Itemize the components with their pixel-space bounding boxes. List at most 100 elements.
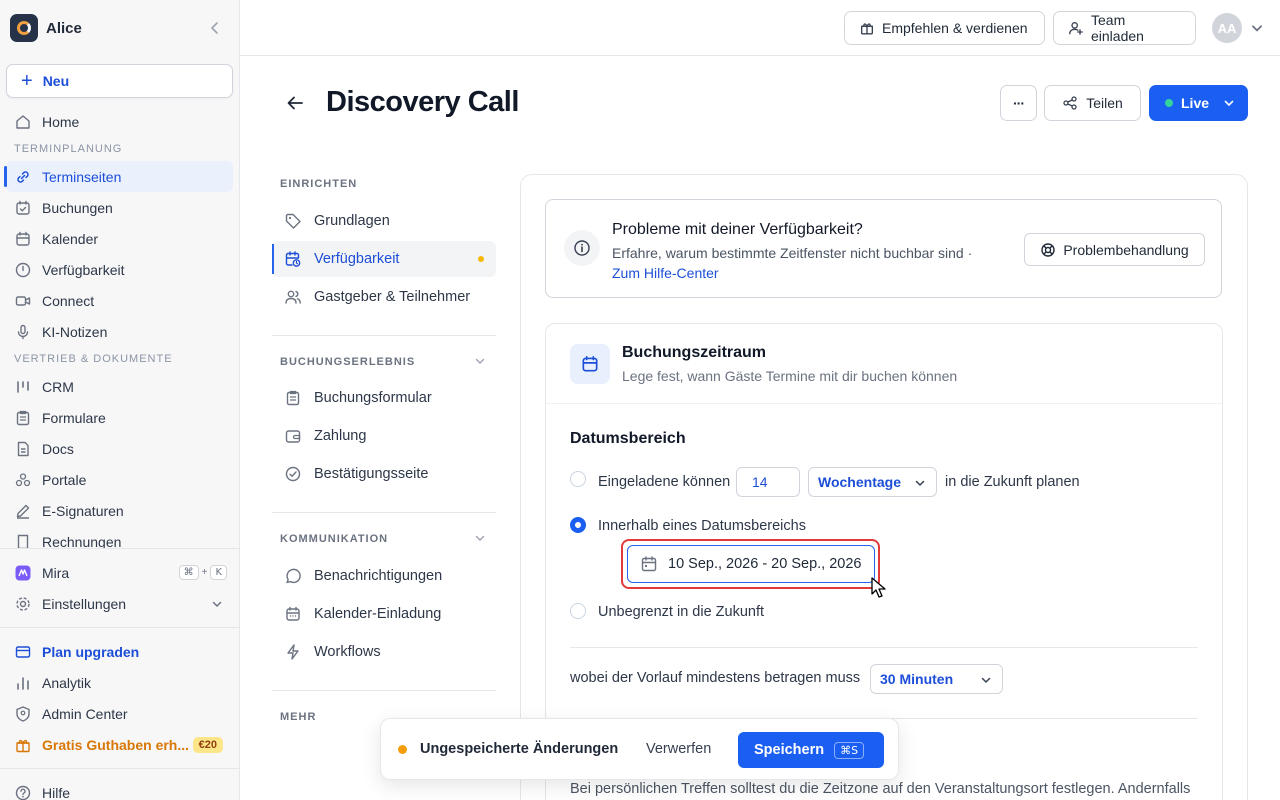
nav-item-hosts[interactable]: Gastgeber & Teilnehmer <box>272 279 496 315</box>
unsaved-changes-bar: Ungespeicherte Änderungen Verwerfen Spei… <box>380 718 899 780</box>
rolling-days-prefix: Eingeladene können <box>598 474 731 490</box>
troubleshoot-label: Problembehandlung <box>1063 241 1189 258</box>
pen-icon <box>14 502 32 520</box>
sidebar-item-admin[interactable]: Admin Center <box>0 698 239 729</box>
collapse-sidebar-icon[interactable] <box>207 20 223 36</box>
availability-alert: Probleme mit deiner Verfügbarkeit? Erfah… <box>545 199 1222 298</box>
date-range-picker[interactable]: 10 Sep., 2026 - 20 Sep., 2026 <box>627 545 875 583</box>
section-subtitle: Lege fest, wann Gäste Termine mit dir bu… <box>622 368 958 384</box>
sidebar-item-calendar[interactable]: Kalender <box>0 223 239 254</box>
sidebar-item-connect[interactable]: Connect <box>0 285 239 316</box>
back-arrow-icon[interactable] <box>284 92 306 114</box>
nav-item-basics[interactable]: Grundlagen <box>272 203 496 239</box>
shield-user-icon <box>14 705 32 723</box>
alert-title: Probleme mit deiner Verfügbarkeit? <box>612 221 863 238</box>
sidebar-item-help[interactable]: Hilfe <box>0 777 239 800</box>
sidebar-item-ai-notes[interactable]: KI-Notizen <box>0 316 239 347</box>
nav-item-confirmation[interactable]: Bestätigungsseite <box>272 456 496 492</box>
nav-item-booking-form[interactable]: Buchungsformular <box>272 380 496 416</box>
live-status-label: Live <box>1181 95 1210 111</box>
chat-bubble-icon <box>284 567 302 585</box>
nav-section-setup: EINRICHTEN <box>280 178 358 190</box>
calendar-check-icon <box>14 199 32 217</box>
more-icon: ··· <box>1013 95 1025 111</box>
live-status-button[interactable]: Live <box>1149 85 1248 121</box>
minimum-notice-select[interactable]: 30 Minuten <box>870 664 1003 694</box>
sidebar-item-label: Plan upgraden <box>42 643 140 660</box>
sidebar-item-label: Connect <box>42 292 95 309</box>
avatar[interactable]: AA <box>1212 13 1242 43</box>
shortcut-key: K <box>210 565 227 580</box>
credit-badge: €20 <box>192 736 223 753</box>
nav-item-workflows[interactable]: Workflows <box>272 634 496 670</box>
sidebar-item-upgrade[interactable]: Plan upgraden <box>0 636 239 667</box>
help-center-link[interactable]: Zum Hilfe-Center <box>612 265 719 281</box>
sidebar-nav: Home TERMINPLANUNG Terminseiten Buchunge… <box>0 106 239 548</box>
radio-rolling-days[interactable] <box>570 471 586 487</box>
sidebar-item-portals[interactable]: Portale <box>0 464 239 495</box>
video-icon <box>14 292 32 310</box>
sidebar-item-home[interactable]: Home <box>0 106 239 137</box>
sidebar-item-esignatures[interactable]: E-Signaturen <box>0 495 239 526</box>
sidebar-item-bookings[interactable]: Buchungen <box>0 192 239 223</box>
invite-team-label: Team einladen <box>1091 12 1144 44</box>
sidebar-item-analytics[interactable]: Analytik <box>0 667 239 698</box>
nav-item-notifications[interactable]: Benachrichtigungen <box>272 558 496 594</box>
sidebar-item-free-credit[interactable]: Gratis Guthaben erh... €20 <box>0 729 239 760</box>
sidebar-item-label: Kalender <box>42 230 99 247</box>
sidebar-item-docs[interactable]: Docs <box>0 433 239 464</box>
sidebar-item-label: Home <box>42 113 80 130</box>
share-icon <box>1062 95 1078 111</box>
clock-icon <box>14 261 32 279</box>
share-button[interactable]: Teilen <box>1044 85 1141 121</box>
sidebar-item-label: Gratis Guthaben erh... <box>42 736 190 753</box>
discard-button[interactable]: Verwerfen <box>646 741 711 757</box>
chevron-down-icon[interactable] <box>1250 21 1264 35</box>
sidebar-item-forms[interactable]: Formulare <box>0 402 239 433</box>
nav-item-availability[interactable]: Verfügbarkeit <box>272 241 496 277</box>
sidebar-item-event-pages[interactable]: Terminseiten <box>4 161 233 192</box>
save-button[interactable]: Speichern ⌘S <box>738 732 884 768</box>
new-button[interactable]: + Neu <box>6 64 233 98</box>
mira-shortcut: ⌘ + K <box>178 565 227 580</box>
invite-team-button[interactable]: Team einladen <box>1053 11 1196 45</box>
sidebar-item-availability[interactable]: Verfügbarkeit <box>0 254 239 285</box>
chevron-down-icon[interactable] <box>474 532 486 544</box>
radio-unlimited[interactable] <box>570 603 586 619</box>
save-shortcut: ⌘S <box>834 741 865 759</box>
sidebar-item-settings[interactable]: Einstellungen <box>0 588 239 619</box>
section-title: Buchungszeitraum <box>622 344 767 361</box>
lifebuoy-icon <box>1040 242 1056 258</box>
nav-item-payment[interactable]: Zahlung <box>272 418 496 454</box>
sidebar-item-mira[interactable]: Mira ⌘ + K <box>0 557 239 588</box>
radio-date-range[interactable] <box>570 517 586 533</box>
sidebar-item-invoices[interactable]: Rechnungen <box>0 526 239 548</box>
alert-description-text: Erfahre, warum bestimmte Zeitfenster nic… <box>612 245 973 261</box>
user-plus-icon <box>1068 20 1084 36</box>
workspace-switcher[interactable]: Alice <box>0 0 239 56</box>
sidebar-bottom: Mira ⌘ + K Einstellungen Plan upgraden A… <box>0 548 239 800</box>
live-status-dot <box>1165 99 1173 107</box>
rolling-days-suffix: in die Zukunft planen <box>945 474 1080 490</box>
timezone-hint: Bei persönlichen Treffen solltest du die… <box>570 781 1191 797</box>
refer-earn-button[interactable]: Empfehlen & verdienen <box>844 11 1045 45</box>
troubleshoot-button[interactable]: Problembehandlung <box>1024 233 1205 266</box>
credit-card-icon <box>14 643 32 661</box>
minimum-notice-value: 30 Minuten <box>880 671 954 687</box>
day-type-select[interactable]: Wochentage <box>808 467 937 497</box>
calendar-clock-icon <box>284 250 302 268</box>
unsaved-indicator-dot <box>478 256 484 262</box>
more-options-button[interactable]: ··· <box>1000 85 1037 121</box>
share-label: Teilen <box>1086 95 1123 111</box>
nav-item-calendar-invite[interactable]: Kalender-Einladung <box>272 596 496 632</box>
crm-icon <box>14 378 32 396</box>
check-circle-icon <box>284 465 302 483</box>
chevron-down-icon[interactable] <box>474 355 486 367</box>
sidebar-item-crm[interactable]: CRM <box>0 371 239 402</box>
sidebar-item-label: Analytik <box>42 674 92 691</box>
days-count-input[interactable]: 14 <box>736 467 800 497</box>
app-logo <box>10 14 38 42</box>
minimum-notice-label: wobei der Vorlauf mindestens betragen mu… <box>570 670 861 686</box>
workspace-name: Alice <box>46 19 82 37</box>
unsaved-dot <box>398 745 407 754</box>
